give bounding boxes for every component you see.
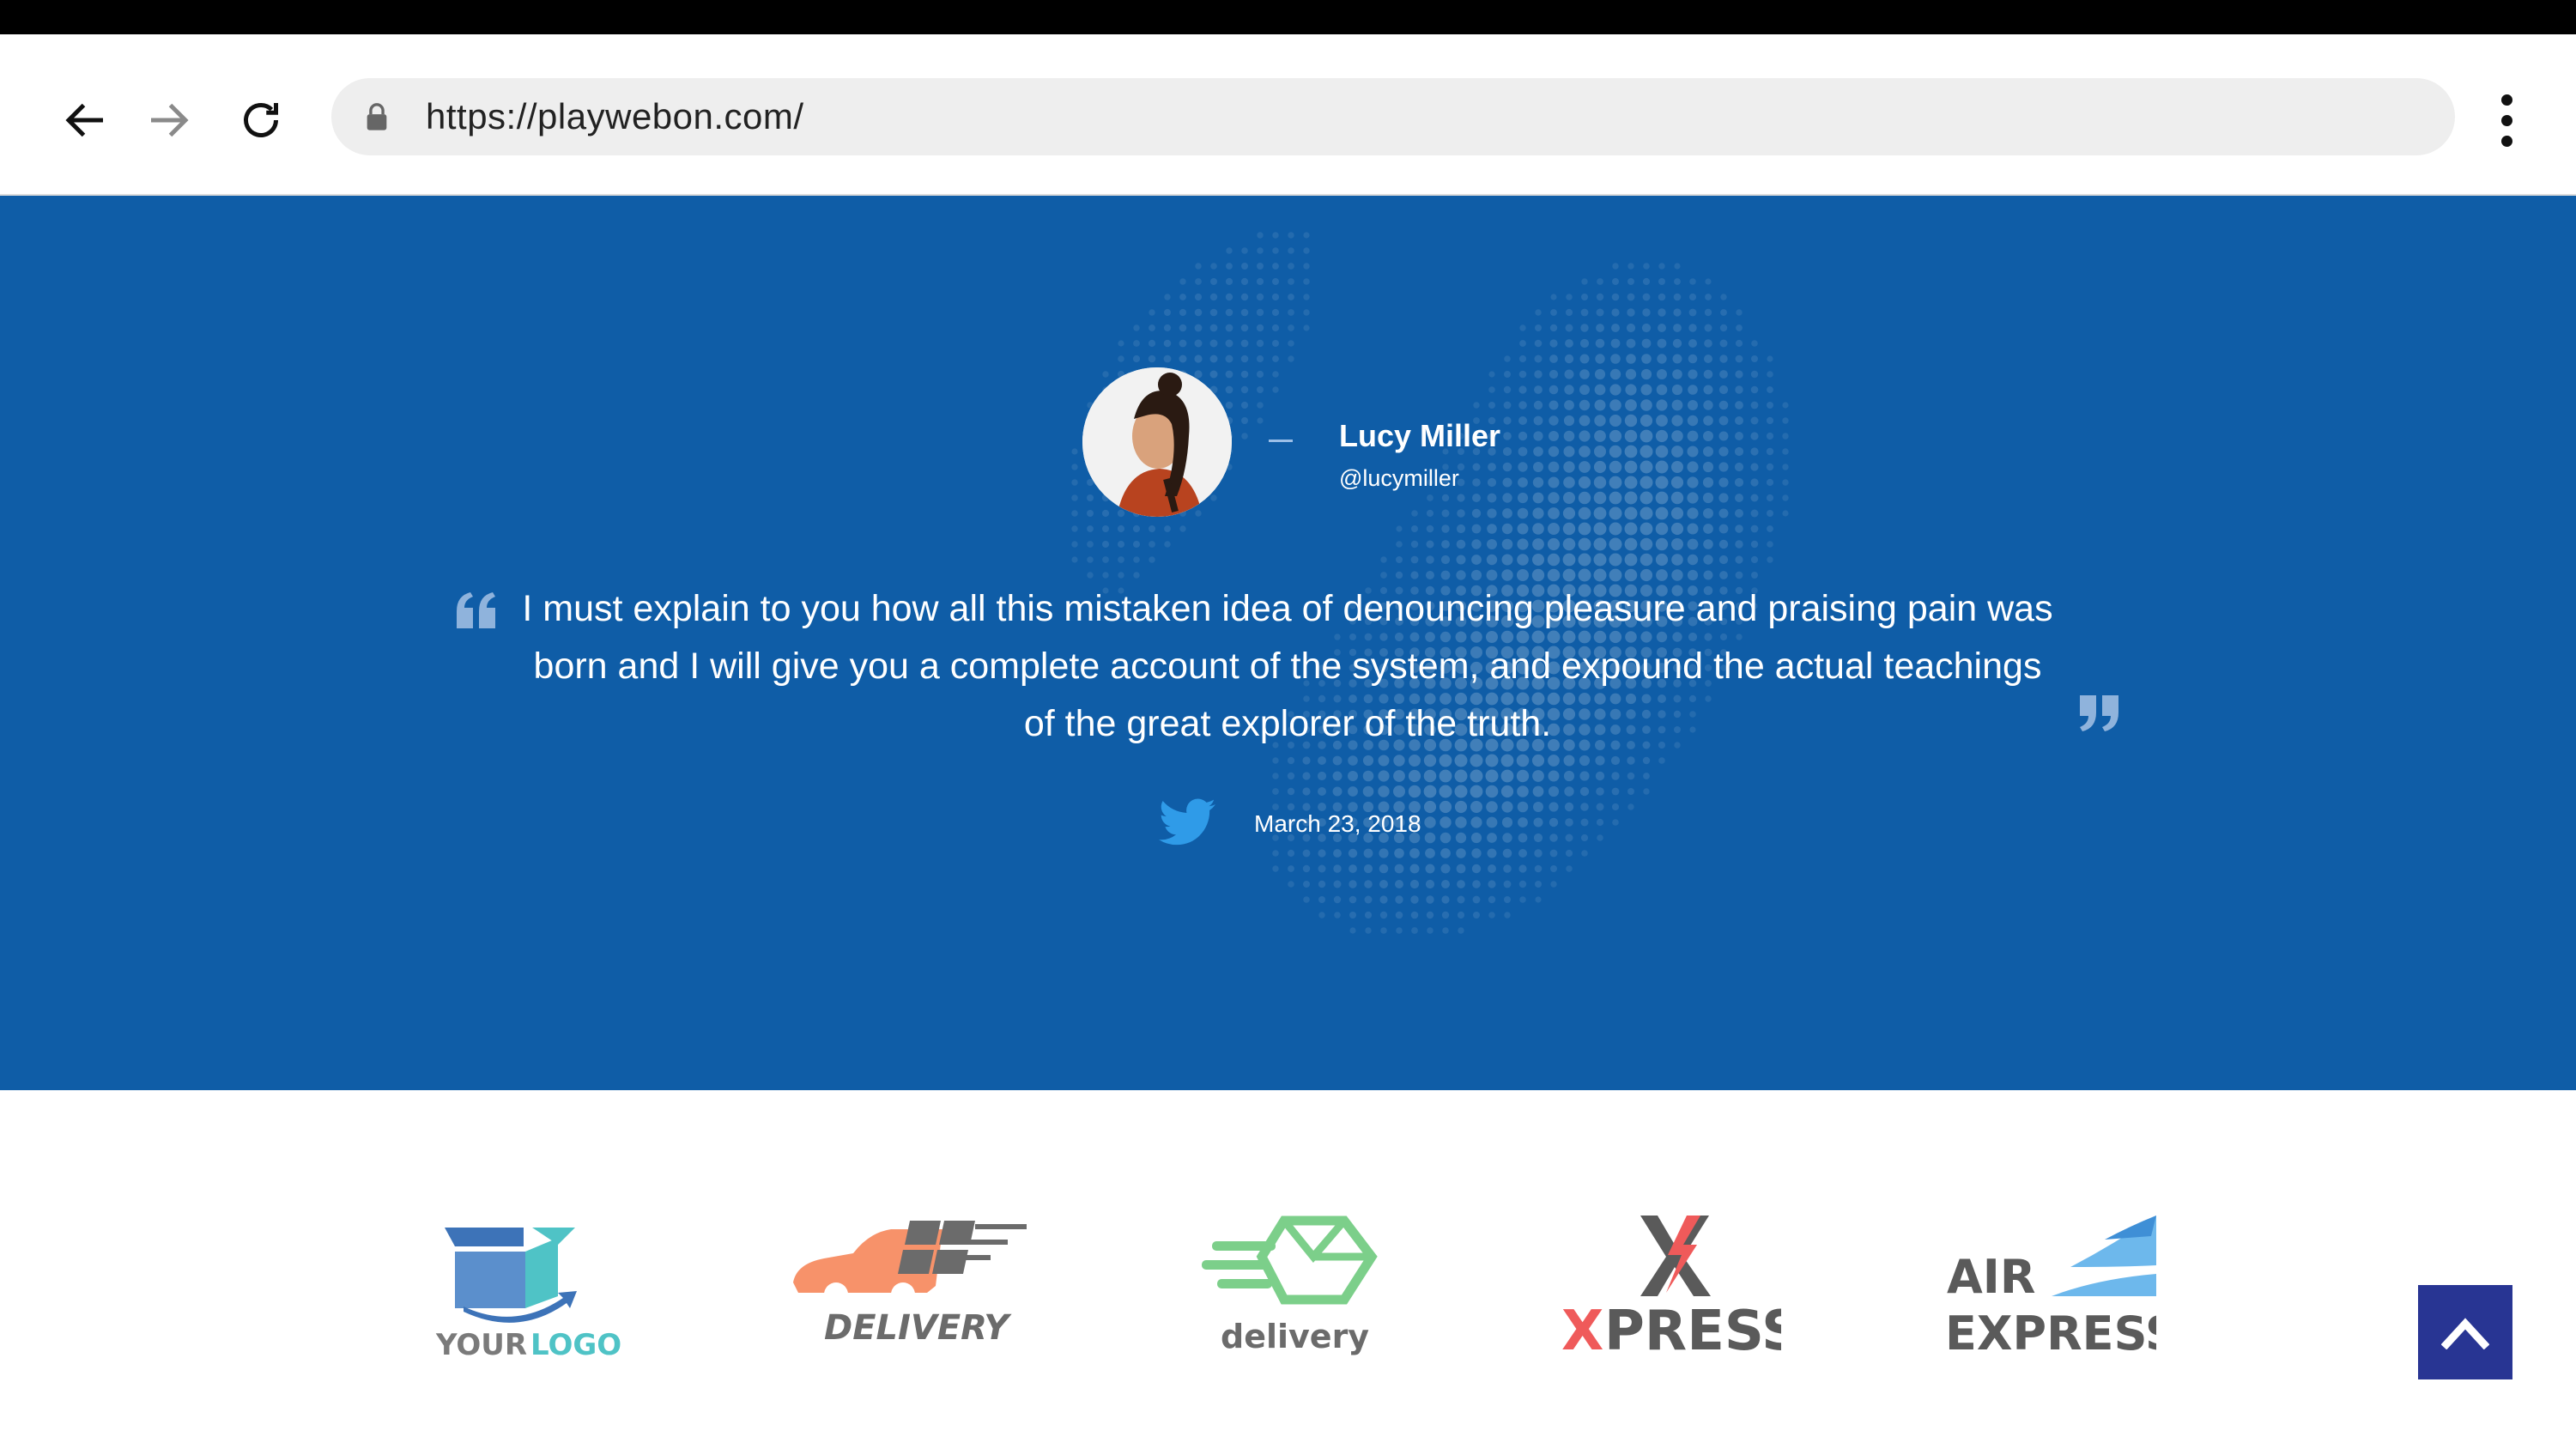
reload-button[interactable] [220, 79, 302, 161]
partner-logo-your-logo[interactable]: YOUR LOGO [429, 1210, 627, 1365]
xpress-word: PRESS [1604, 1300, 1781, 1363]
address-bar[interactable]: https://playwebon.com/ [331, 78, 2455, 155]
arrow-right-icon [151, 103, 189, 137]
chevron-up-icon [2441, 1318, 2489, 1349]
partner-logo-delivery-box[interactable]: delivery [1202, 1210, 1382, 1365]
delivery-truck-word: DELIVERY [824, 1308, 1012, 1348]
testimonial-section: Lucy Miller @lucymiller I must explain t… [0, 196, 2576, 1090]
partner-logos: YOUR LOGO DELIVERY delivery X PRES AIR E… [0, 1090, 2576, 1449]
delivery-box-word: delivery [1221, 1318, 1369, 1355]
browser-toolbar: https://playwebon.com/ [0, 34, 2576, 196]
arrow-left-icon [65, 103, 103, 137]
partner-logo-air-express[interactable]: AIR EXPRESS [1942, 1210, 2179, 1365]
your-logo-word-2: LOGO [530, 1328, 621, 1362]
twitter-icon[interactable] [1159, 798, 1215, 846]
xpress-letter-x: X [1561, 1300, 1603, 1363]
status-bar [0, 0, 2576, 34]
your-logo-word-1: YOUR [435, 1328, 527, 1362]
avatar [1082, 367, 1232, 517]
reload-icon [244, 103, 278, 137]
quote-close-icon [2080, 695, 2118, 731]
author-handle: @lucymiller [1339, 465, 1459, 491]
partner-logo-delivery-truck[interactable]: DELIVERY [790, 1210, 1030, 1365]
back-button[interactable] [45, 79, 127, 161]
forward-button[interactable] [127, 79, 209, 161]
express-word: EXPRESS [1945, 1307, 2156, 1361]
air-word: AIR [1947, 1250, 2035, 1304]
post-date: March 23, 2018 [1254, 810, 1421, 837]
scroll-to-top-button[interactable] [2418, 1285, 2512, 1379]
quote-open-icon [457, 592, 495, 628]
author-name: Lucy Miller [1339, 418, 1501, 453]
author-separator [1269, 440, 1293, 442]
partner-logo-xpress[interactable]: X PRESS [1558, 1210, 1801, 1365]
quote-text: I must explain to you how all this mista… [522, 588, 2053, 744]
lock-icon [366, 98, 397, 136]
browser-menu-button[interactable] [2472, 79, 2541, 161]
more-vertical-icon [2500, 94, 2512, 106]
url-text: https://playwebon.com/ [426, 96, 804, 136]
